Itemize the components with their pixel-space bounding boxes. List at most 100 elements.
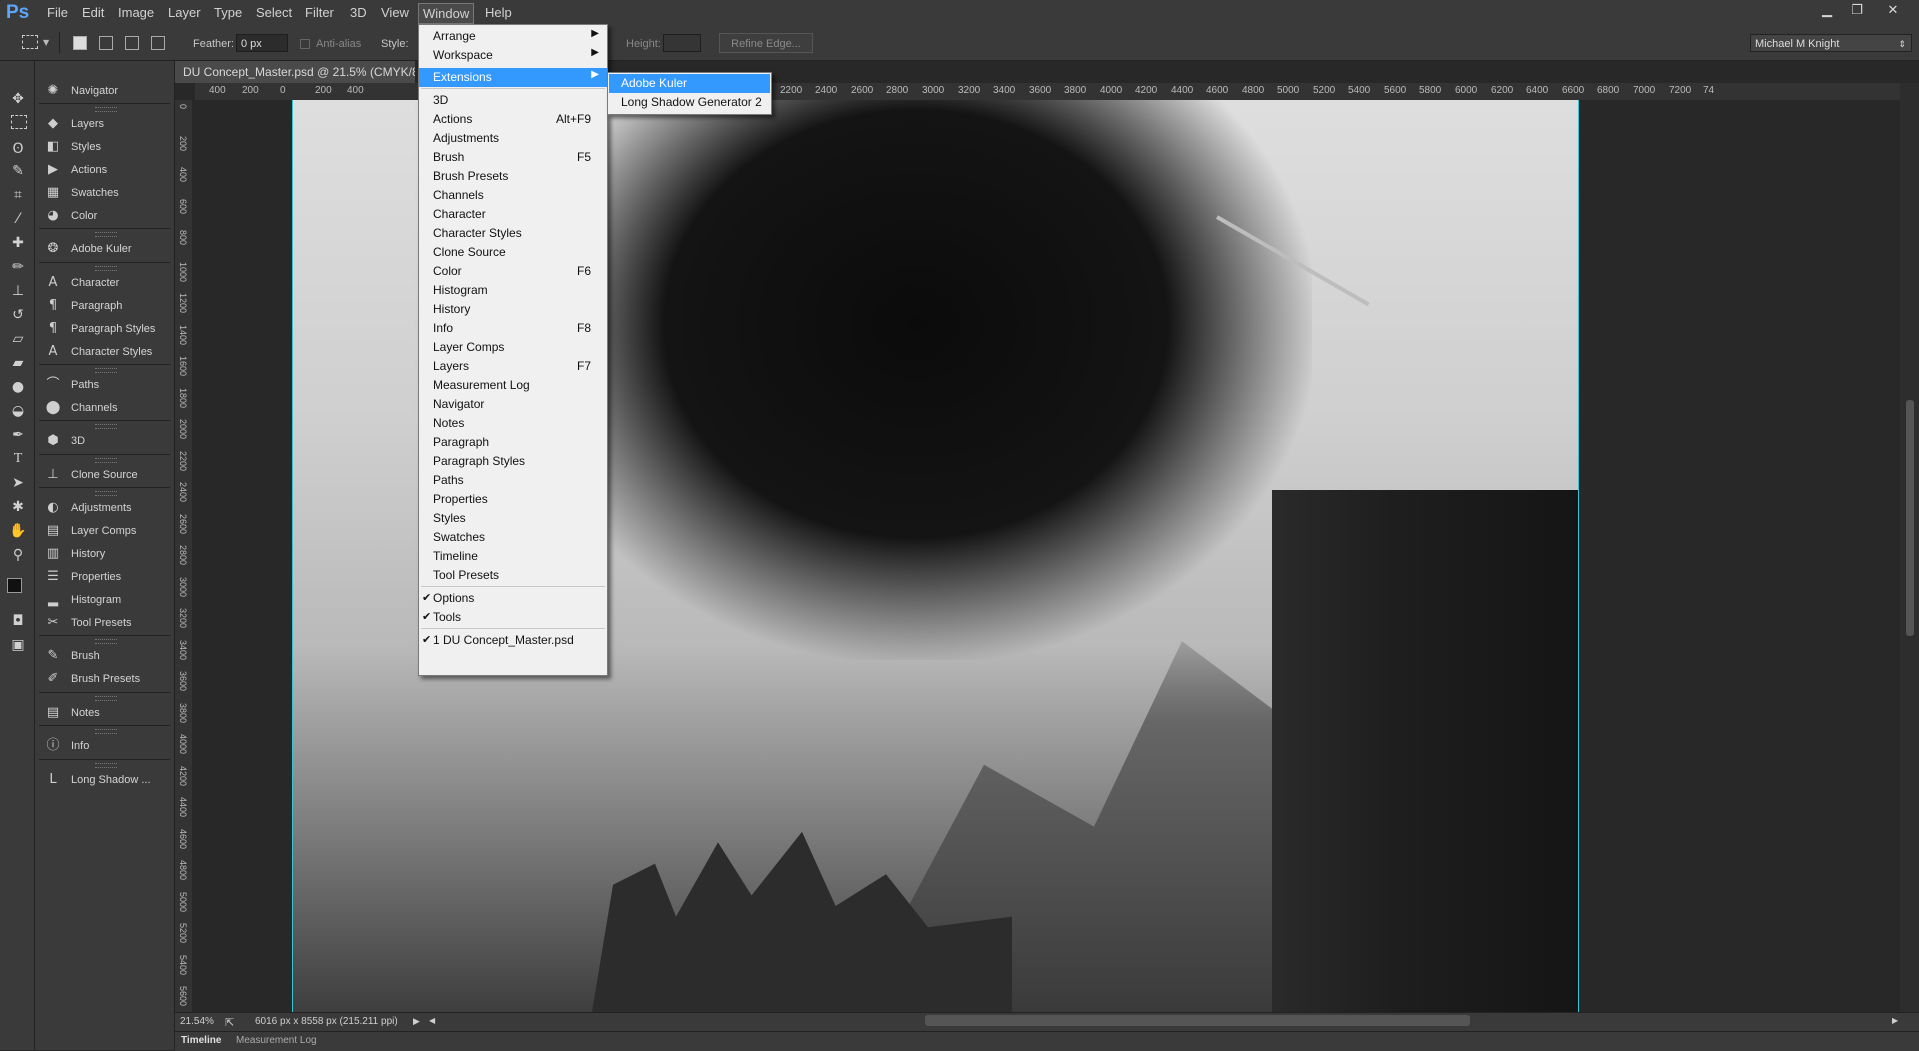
lasso-tool-icon[interactable]: ʘ [8, 139, 28, 159]
dock-panel-character-styles[interactable]: A Character Styles [43, 341, 171, 363]
dock-panel-3d[interactable]: ⬢ 3D [43, 430, 171, 452]
minimize-button[interactable]: ▁ [1816, 2, 1838, 20]
menu-item-history[interactable]: History [419, 300, 607, 319]
panel-group-grip[interactable] [95, 763, 117, 768]
menu-item-layers[interactable]: Layers F7 [419, 357, 607, 376]
menu-item-character[interactable]: Character [419, 205, 607, 224]
zoom-level[interactable]: 21.54% [180, 1016, 214, 1027]
menu-item-clone-source[interactable]: Clone Source [419, 243, 607, 262]
menu-item-brush-presets[interactable]: Brush Presets [419, 167, 607, 186]
panel-group-grip[interactable] [95, 491, 117, 496]
menu-edit[interactable]: Edit [82, 5, 104, 20]
dock-panel-notes[interactable]: ▤ Notes [43, 702, 171, 724]
dock-panel-adobe-kuler[interactable]: ❂ Adobe Kuler [43, 238, 171, 260]
menu-item-paragraph[interactable]: Paragraph [419, 433, 607, 452]
menu-help[interactable]: Help [485, 5, 512, 20]
menu-item-styles[interactable]: Styles [419, 509, 607, 528]
menu-item-tool-presets[interactable]: Tool Presets [419, 566, 607, 585]
dock-panel-paragraph-styles[interactable]: ¶ Paragraph Styles [43, 318, 171, 340]
subtract-from-selection-icon[interactable] [125, 36, 139, 50]
guide-line-left[interactable] [292, 100, 293, 1012]
menu-item-swatches[interactable]: Swatches [419, 528, 607, 547]
panel-group-grip[interactable] [95, 424, 117, 429]
dock-panel-actions[interactable]: ▶ Actions [43, 159, 171, 181]
dock-panel-color[interactable]: ◕ Color [43, 205, 171, 227]
menu-select[interactable]: Select [256, 5, 292, 20]
dock-panel-paths[interactable]: ⌒ Paths [43, 374, 171, 396]
type-tool-icon[interactable]: T [8, 449, 28, 469]
dock-panel-layer-comps[interactable]: ▤ Layer Comps [43, 520, 171, 542]
gradient-tool-icon[interactable]: ▰ [8, 353, 28, 373]
guide-line-right[interactable] [1578, 100, 1579, 1012]
blur-tool-icon[interactable]: ● [8, 377, 28, 397]
dock-panel-properties[interactable]: ☰ Properties [43, 566, 171, 588]
marquee-tool-preset-icon[interactable] [22, 35, 38, 49]
dock-panel-history[interactable]: ▥ History [43, 543, 171, 565]
panel-group-grip[interactable] [95, 696, 117, 701]
document-tab[interactable]: DU Concept_Master.psd @ 21.5% (CMYK/8*) [175, 61, 415, 83]
share-icon[interactable]: ⇱ [225, 1016, 234, 1029]
dock-panel-character[interactable]: A Character [43, 272, 171, 294]
quick-mask-icon[interactable]: ◘ [8, 611, 28, 631]
dock-panel-adjustments[interactable]: ◐ Adjustments [43, 497, 171, 519]
menu-item-arrange[interactable]: Arrange ▶ [419, 27, 607, 46]
submenu-item-adobe-kuler[interactable]: Adobe Kuler [609, 74, 770, 93]
panel-group-grip[interactable] [95, 232, 117, 237]
dock-panel-brush[interactable]: ✎ Brush [43, 645, 171, 667]
tab-measurement-log[interactable]: Measurement Log [236, 1035, 317, 1046]
panel-group-grip[interactable] [95, 729, 117, 734]
crop-tool-icon[interactable]: ⌗ [8, 185, 28, 205]
submenu-item-long-shadow-generator[interactable]: Long Shadow Generator 2 [609, 93, 770, 112]
dock-panel-long-shadow[interactable]: L Long Shadow ... [43, 769, 171, 791]
dock-panel-info[interactable]: ⓘ Info [43, 735, 171, 757]
horizontal-scrollbar-thumb[interactable] [925, 1015, 1470, 1026]
menu-item-color[interactable]: Color F6 [419, 262, 607, 281]
menu-file[interactable]: File [47, 5, 68, 20]
zoom-tool-icon[interactable]: ⚲ [8, 545, 28, 565]
menu-3d[interactable]: 3D [350, 5, 367, 20]
dock-panel-histogram[interactable]: ▂ Histogram [43, 589, 171, 611]
menu-item-layer-comps[interactable]: Layer Comps [419, 338, 607, 357]
chevron-down-icon[interactable]: ▼ [43, 38, 49, 47]
add-to-selection-icon[interactable] [99, 36, 113, 50]
vertical-scrollbar-thumb[interactable] [1906, 400, 1914, 636]
menu-item-notes[interactable]: Notes [419, 414, 607, 433]
menu-item-paragraph-styles[interactable]: Paragraph Styles [419, 452, 607, 471]
restore-button[interactable]: ❐ [1846, 2, 1868, 20]
menu-item-channels[interactable]: Channels [419, 186, 607, 205]
foreground-color-swatch[interactable] [7, 578, 22, 593]
menu-window[interactable]: Window [418, 3, 475, 24]
menu-item-info[interactable]: Info F8 [419, 319, 607, 338]
menu-item-timeline[interactable]: Timeline [419, 547, 607, 566]
menu-item-tools[interactable]: ✔ Tools [419, 608, 607, 627]
menu-item-paths[interactable]: Paths [419, 471, 607, 490]
dock-panel-paragraph[interactable]: ¶ Paragraph [43, 295, 171, 317]
refine-edge-button[interactable]: Refine Edge... [719, 33, 813, 53]
dock-panel-clone-source[interactable]: ⊥ Clone Source [43, 464, 171, 486]
panel-group-grip[interactable] [95, 458, 117, 463]
eyedropper-tool-icon[interactable]: ⁄ [8, 209, 28, 229]
menu-item-histogram[interactable]: Histogram [419, 281, 607, 300]
dock-panel-channels[interactable]: ⬤ Channels [43, 397, 171, 419]
feather-input[interactable]: 0 px [236, 34, 288, 52]
marquee-tool-icon[interactable] [11, 115, 27, 129]
intersect-selection-icon[interactable] [151, 36, 165, 50]
menu-item-character-styles[interactable]: Character Styles [419, 224, 607, 243]
menu-item-measurement-log[interactable]: Measurement Log [419, 376, 607, 395]
brush-tool-icon[interactable]: ✏ [8, 257, 28, 277]
status-menu-arrow-icon[interactable]: ▶ [413, 1016, 420, 1027]
menu-filter[interactable]: Filter [305, 5, 334, 20]
healing-brush-tool-icon[interactable]: ✚ [8, 233, 28, 253]
dock-panel-layers[interactable]: ◆ Layers [43, 113, 171, 135]
dodge-tool-icon[interactable]: ◒ [8, 401, 28, 421]
history-brush-tool-icon[interactable]: ↺ [8, 305, 28, 325]
menu-item-workspace[interactable]: Workspace ▶ [419, 46, 607, 65]
menu-item-brush[interactable]: Brush F5 [419, 148, 607, 167]
dock-panel-navigator[interactable]: ✺ Navigator [43, 80, 171, 102]
menu-item-properties[interactable]: Properties [419, 490, 607, 509]
panel-group-grip[interactable] [95, 639, 117, 644]
tab-timeline[interactable]: Timeline [181, 1035, 221, 1046]
eraser-tool-icon[interactable]: ▱ [8, 329, 28, 349]
menu-view[interactable]: View [381, 5, 409, 20]
anti-alias-checkbox[interactable] [300, 39, 310, 49]
